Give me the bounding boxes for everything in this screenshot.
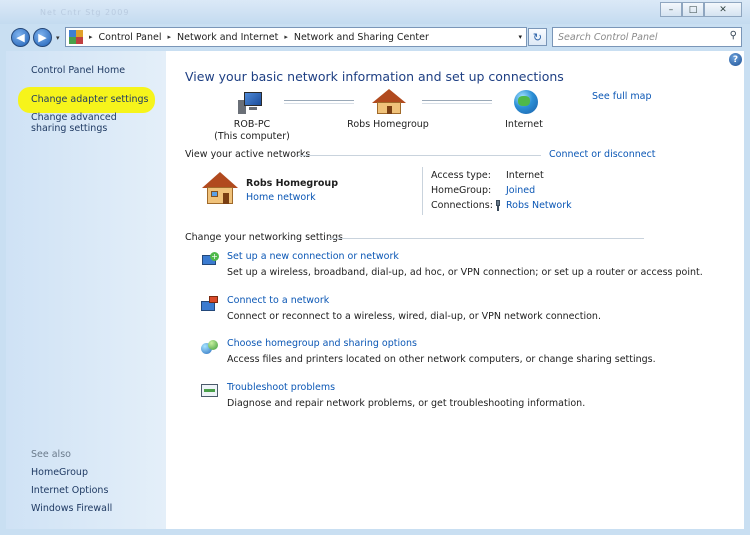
homegroup-sharing-icon [201,339,219,357]
refresh-button[interactable]: ↻ [528,28,547,46]
troubleshoot-icon [201,383,219,401]
back-button[interactable]: ◀ [11,28,30,47]
breadcrumb-separator[interactable]: ▸ [282,33,290,41]
connection-line [284,100,354,104]
title-bar: Net Cntr Stg 2009 – □ ✕ [0,0,750,24]
window-title: Net Cntr Stg 2009 [40,8,130,17]
address-dropdown-button[interactable]: ▾ [518,33,522,41]
computer-subtitle: (This computer) [214,131,290,142]
breadcrumb-control-panel[interactable]: Control Panel [95,32,166,43]
task-setup-connection-link[interactable]: Set up a new connection or network [227,251,399,262]
internet-globe-icon[interactable] [514,90,538,114]
sidebar-link-windows-firewall[interactable]: Windows Firewall [31,503,112,514]
recent-pages-dropdown[interactable]: ▾ [56,34,60,42]
internet-label: Internet [505,119,543,130]
breadcrumb-separator[interactable]: ▸ [166,33,174,41]
task-troubleshoot-link[interactable]: Troubleshoot problems [227,382,335,393]
new-connection-icon: + [201,252,219,270]
task-connect-network-desc: Connect or reconnect to a wireless, wire… [227,311,601,322]
divider [298,155,541,156]
breadcrumb-network-and-internet[interactable]: Network and Internet [173,32,282,43]
home-network-link[interactable]: Home network [246,192,316,203]
search-placeholder: Search Control Panel [558,31,658,43]
task-homegroup-sharing-desc: Access files and printers located on oth… [227,354,656,365]
homegroup-status-label: HomeGroup: [431,185,492,196]
task-setup-connection-desc: Set up a wireless, broadband, dial-up, a… [227,267,703,278]
active-networks-heading: View your active networks [185,149,311,160]
close-button[interactable]: ✕ [704,2,742,17]
sidebar: Control Panel Home Change adapter settin… [6,51,166,529]
page-title: View your basic network information and … [185,69,564,84]
window-controls: – □ ✕ [660,2,742,17]
homegroup-label: Robs Homegroup [347,119,429,130]
networking-settings-heading: Change your networking settings [185,232,343,243]
see-also-heading: See also [31,449,71,460]
sidebar-link-internet-options[interactable]: Internet Options [31,485,108,496]
divider [422,167,423,215]
connections-label: Connections: [431,200,493,211]
minimize-button[interactable]: – [660,2,682,17]
sidebar-item-change-adapter-settings[interactable]: Change adapter settings [31,94,148,105]
control-panel-icon [69,30,83,44]
task-connect-network-link[interactable]: Connect to a network [227,295,329,306]
robs-network-link[interactable]: Robs Network [506,200,572,211]
computer-name: ROB-PC [233,119,271,130]
access-type-label: Access type: [431,170,491,181]
home-network-house-icon [200,172,240,206]
computer-icon[interactable] [236,90,266,116]
divider [329,238,644,239]
connect-network-icon [201,296,219,314]
connection-line [422,100,492,104]
wired-connection-icon [494,200,502,211]
task-homegroup-sharing-link[interactable]: Choose homegroup and sharing options [227,338,417,349]
forward-button[interactable]: ▶ [33,28,52,47]
access-type-value: Internet [506,170,544,181]
refresh-icon: ↻ [532,30,543,44]
network-name: Robs Homegroup [246,178,338,189]
sidebar-item-change-advanced-sharing-settings[interactable]: Change advanced sharing settings [31,112,151,134]
search-icon[interactable]: ⚲ [730,30,737,41]
task-troubleshoot-desc: Diagnose and repair network problems, or… [227,398,586,409]
sidebar-item-control-panel-home[interactable]: Control Panel Home [31,65,125,76]
address-bar[interactable]: ▸ Control Panel ▸ Network and Internet ▸… [65,27,527,47]
see-full-map-link[interactable]: See full map [592,91,652,102]
navigation-bar: ◀ ▶ ▾ ▸ Control Panel ▸ Network and Inte… [0,24,750,51]
maximize-button[interactable]: □ [682,2,704,17]
breadcrumb-separator[interactable]: ▸ [87,33,95,41]
breadcrumb-network-and-sharing-center[interactable]: Network and Sharing Center [290,32,433,43]
search-input[interactable]: Search Control Panel ⚲ [552,27,742,47]
help-icon[interactable]: ? [729,53,742,66]
connect-or-disconnect-link[interactable]: Connect or disconnect [549,149,656,160]
sidebar-link-homegroup[interactable]: HomeGroup [31,467,88,478]
homegroup-house-icon[interactable] [372,89,406,115]
homegroup-joined-link[interactable]: Joined [506,185,535,196]
